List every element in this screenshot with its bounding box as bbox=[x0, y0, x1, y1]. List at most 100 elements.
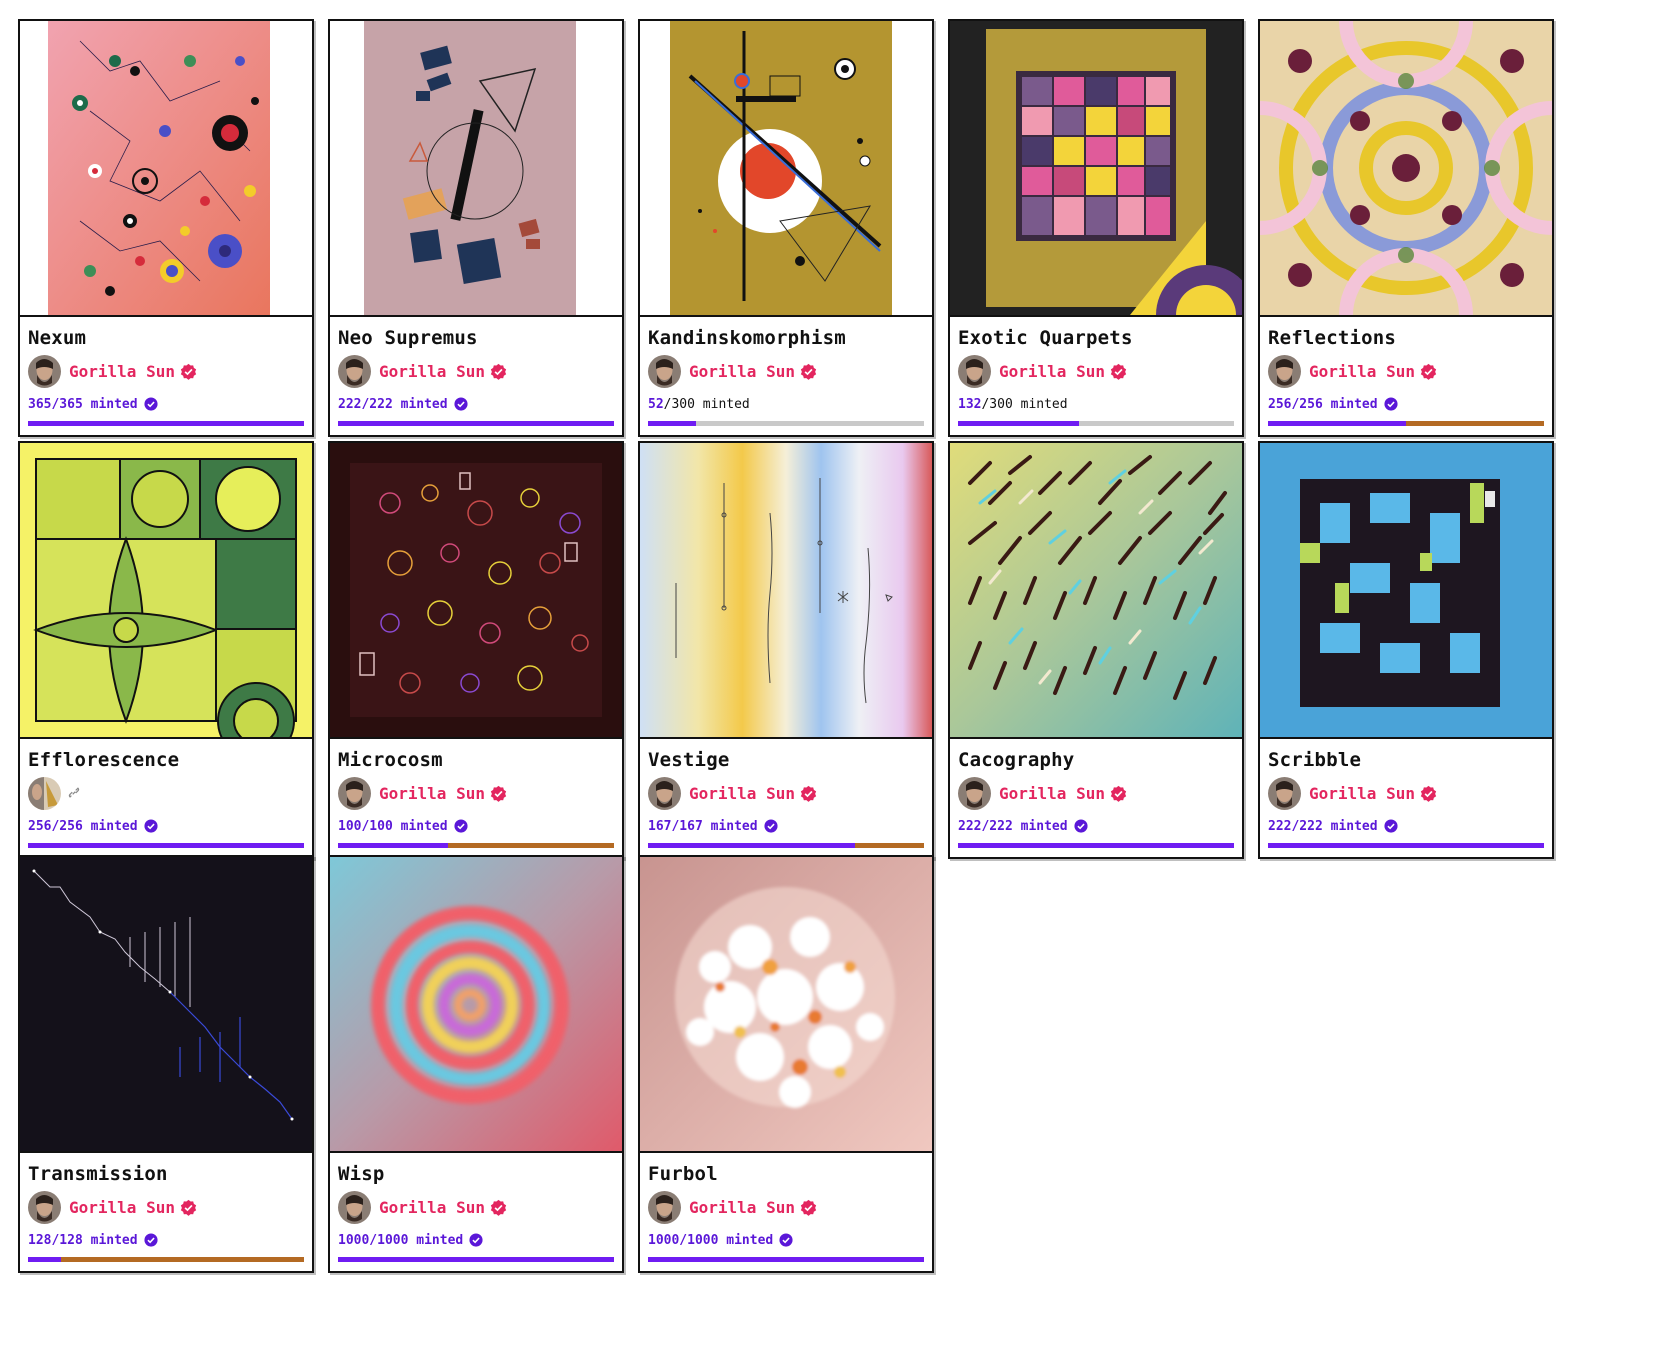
project-card-cacography[interactable]: Cacography Gorilla Sun 222/222 minted bbox=[948, 441, 1244, 859]
artist-name[interactable]: Gorilla Sun bbox=[689, 362, 795, 381]
project-card-scribble[interactable]: Scribble Gorilla Sun 222/222 minted bbox=[1258, 441, 1554, 859]
minted-count: 256/256 minted bbox=[28, 818, 138, 834]
project-title[interactable]: Kandinskomorphism bbox=[648, 325, 924, 351]
minted-status: 222/222 minted bbox=[1268, 817, 1544, 835]
artist-name[interactable]: Gorilla Sun bbox=[69, 1198, 175, 1217]
project-title[interactable]: Exotic Quarpets bbox=[958, 325, 1234, 351]
artwork-thumbnail[interactable] bbox=[640, 21, 932, 317]
artist-name[interactable]: Gorilla Sun bbox=[689, 784, 795, 803]
artist-name[interactable]: Gorilla Sun bbox=[379, 1198, 485, 1217]
artist-row[interactable]: Gorilla Sun bbox=[1268, 775, 1544, 811]
project-card-efflorescence[interactable]: Efflorescence 256/256 minted bbox=[18, 441, 314, 859]
artist-row[interactable]: Gorilla Sun bbox=[28, 353, 304, 389]
project-card-wisp[interactable]: Wisp Gorilla Sun 1000/1000 minted bbox=[328, 855, 624, 1273]
artist-row[interactable]: Gorilla Sun bbox=[958, 775, 1234, 811]
artist-name[interactable]: Gorilla Sun bbox=[379, 784, 485, 803]
mint-progress-bar bbox=[648, 421, 924, 426]
artist-row[interactable]: Gorilla Sun bbox=[338, 353, 614, 389]
project-card-kandinskomorphism[interactable]: Kandinskomorphism Gorilla Sun 52/300 min… bbox=[638, 19, 934, 437]
artist-row[interactable]: Gorilla Sun bbox=[28, 1189, 304, 1225]
collab-avatar[interactable] bbox=[28, 776, 61, 810]
verified-badge-icon bbox=[490, 363, 507, 380]
artist-avatar[interactable] bbox=[28, 1190, 61, 1224]
artwork-thumbnail[interactable] bbox=[20, 857, 312, 1153]
verified-badge-icon bbox=[1110, 785, 1127, 802]
mint-progress-bar bbox=[28, 843, 304, 848]
artist-name[interactable]: Gorilla Sun bbox=[1309, 362, 1415, 381]
artwork-thumbnail[interactable] bbox=[330, 443, 622, 739]
artist-avatar[interactable] bbox=[958, 354, 991, 388]
mint-progress-bar bbox=[648, 1257, 924, 1262]
project-title[interactable]: Reflections bbox=[1268, 325, 1544, 351]
check-circle-icon bbox=[469, 1233, 483, 1247]
project-title[interactable]: Neo Supremus bbox=[338, 325, 614, 351]
minted-count: 256/256 minted bbox=[1268, 396, 1378, 412]
project-card-vestige[interactable]: Vestige Gorilla Sun 167/167 minted bbox=[638, 441, 934, 859]
artwork-thumbnail[interactable] bbox=[950, 21, 1242, 317]
artist-avatar[interactable] bbox=[28, 354, 61, 388]
minted-count: 222/222 minted bbox=[1268, 818, 1378, 834]
minted-status: 100/100 minted bbox=[338, 817, 614, 835]
artwork-thumbnail[interactable] bbox=[950, 443, 1242, 739]
artist-avatar[interactable] bbox=[958, 776, 991, 810]
artist-avatar[interactable] bbox=[1268, 776, 1301, 810]
artist-name[interactable]: Gorilla Sun bbox=[1309, 784, 1415, 803]
artwork-thumbnail[interactable] bbox=[330, 857, 622, 1153]
artwork-thumbnail[interactable] bbox=[640, 857, 932, 1153]
artwork-thumbnail[interactable] bbox=[20, 21, 312, 317]
artist-row[interactable]: Gorilla Sun bbox=[958, 353, 1234, 389]
project-card-reflections[interactable]: Reflections Gorilla Sun 256/256 minted bbox=[1258, 19, 1554, 437]
project-title[interactable]: Transmission bbox=[28, 1161, 304, 1187]
artist-row[interactable]: Gorilla Sun bbox=[648, 353, 924, 389]
verified-badge-icon bbox=[1110, 363, 1127, 380]
artist-row[interactable] bbox=[28, 775, 304, 811]
project-title[interactable]: Cacography bbox=[958, 747, 1234, 773]
project-title[interactable]: Efflorescence bbox=[28, 747, 304, 773]
minted-count: 365/365 minted bbox=[28, 396, 138, 412]
artist-avatar[interactable] bbox=[648, 354, 681, 388]
artist-avatar[interactable] bbox=[338, 354, 371, 388]
artist-name[interactable]: Gorilla Sun bbox=[999, 784, 1105, 803]
project-title[interactable]: Microcosm bbox=[338, 747, 614, 773]
artist-row[interactable]: Gorilla Sun bbox=[1268, 353, 1544, 389]
artwork-thumbnail[interactable] bbox=[330, 21, 622, 317]
project-title[interactable]: Scribble bbox=[1268, 747, 1544, 773]
artwork-thumbnail[interactable] bbox=[1260, 21, 1552, 317]
artist-avatar[interactable] bbox=[1268, 354, 1301, 388]
artist-avatar[interactable] bbox=[338, 776, 371, 810]
project-card-furbol[interactable]: Furbol Gorilla Sun 1000/1000 minted bbox=[638, 855, 934, 1273]
artwork-thumbnail[interactable] bbox=[1260, 443, 1552, 739]
artist-row[interactable]: Gorilla Sun bbox=[648, 1189, 924, 1225]
project-title[interactable]: Wisp bbox=[338, 1161, 614, 1187]
artwork-thumbnail[interactable] bbox=[640, 443, 932, 739]
mint-progress-bar bbox=[338, 843, 614, 848]
verified-badge-icon bbox=[1420, 785, 1437, 802]
project-title[interactable]: Furbol bbox=[648, 1161, 924, 1187]
project-card-exotic-quarpets[interactable]: Exotic Quarpets Gorilla Sun 132/300 mint… bbox=[948, 19, 1244, 437]
artist-row[interactable]: Gorilla Sun bbox=[338, 775, 614, 811]
artist-row[interactable]: Gorilla Sun bbox=[648, 775, 924, 811]
artist-name[interactable]: Gorilla Sun bbox=[689, 1198, 795, 1217]
check-circle-icon bbox=[1384, 397, 1398, 411]
artist-name[interactable]: Gorilla Sun bbox=[69, 362, 175, 381]
artist-name[interactable]: Gorilla Sun bbox=[379, 362, 485, 381]
link-icon[interactable] bbox=[67, 786, 81, 800]
minted-status: 1000/1000 minted bbox=[648, 1231, 924, 1249]
project-card-neo-supremus[interactable]: Neo Supremus Gorilla Sun 222/222 minted bbox=[328, 19, 624, 437]
project-card-microcosm[interactable]: Microcosm Gorilla Sun 100/100 minted bbox=[328, 441, 624, 859]
artist-avatar[interactable] bbox=[648, 776, 681, 810]
minted-status: 365/365 minted bbox=[28, 395, 304, 413]
verified-badge-icon bbox=[800, 1199, 817, 1216]
artist-avatar[interactable] bbox=[338, 1190, 371, 1224]
artist-row[interactable]: Gorilla Sun bbox=[338, 1189, 614, 1225]
check-circle-icon bbox=[1074, 819, 1088, 833]
project-title[interactable]: Vestige bbox=[648, 747, 924, 773]
artist-name[interactable]: Gorilla Sun bbox=[999, 362, 1105, 381]
minted-count: 132/300 minted bbox=[958, 396, 1068, 412]
project-card-transmission[interactable]: Transmission Gorilla Sun 128/128 minted bbox=[18, 855, 314, 1273]
project-title[interactable]: Nexum bbox=[28, 325, 304, 351]
project-card-nexum[interactable]: Nexum Gorilla Sun 365/365 minted bbox=[18, 19, 314, 437]
artist-avatar[interactable] bbox=[648, 1190, 681, 1224]
minted-status: 128/128 minted bbox=[28, 1231, 304, 1249]
artwork-thumbnail[interactable] bbox=[20, 443, 312, 739]
